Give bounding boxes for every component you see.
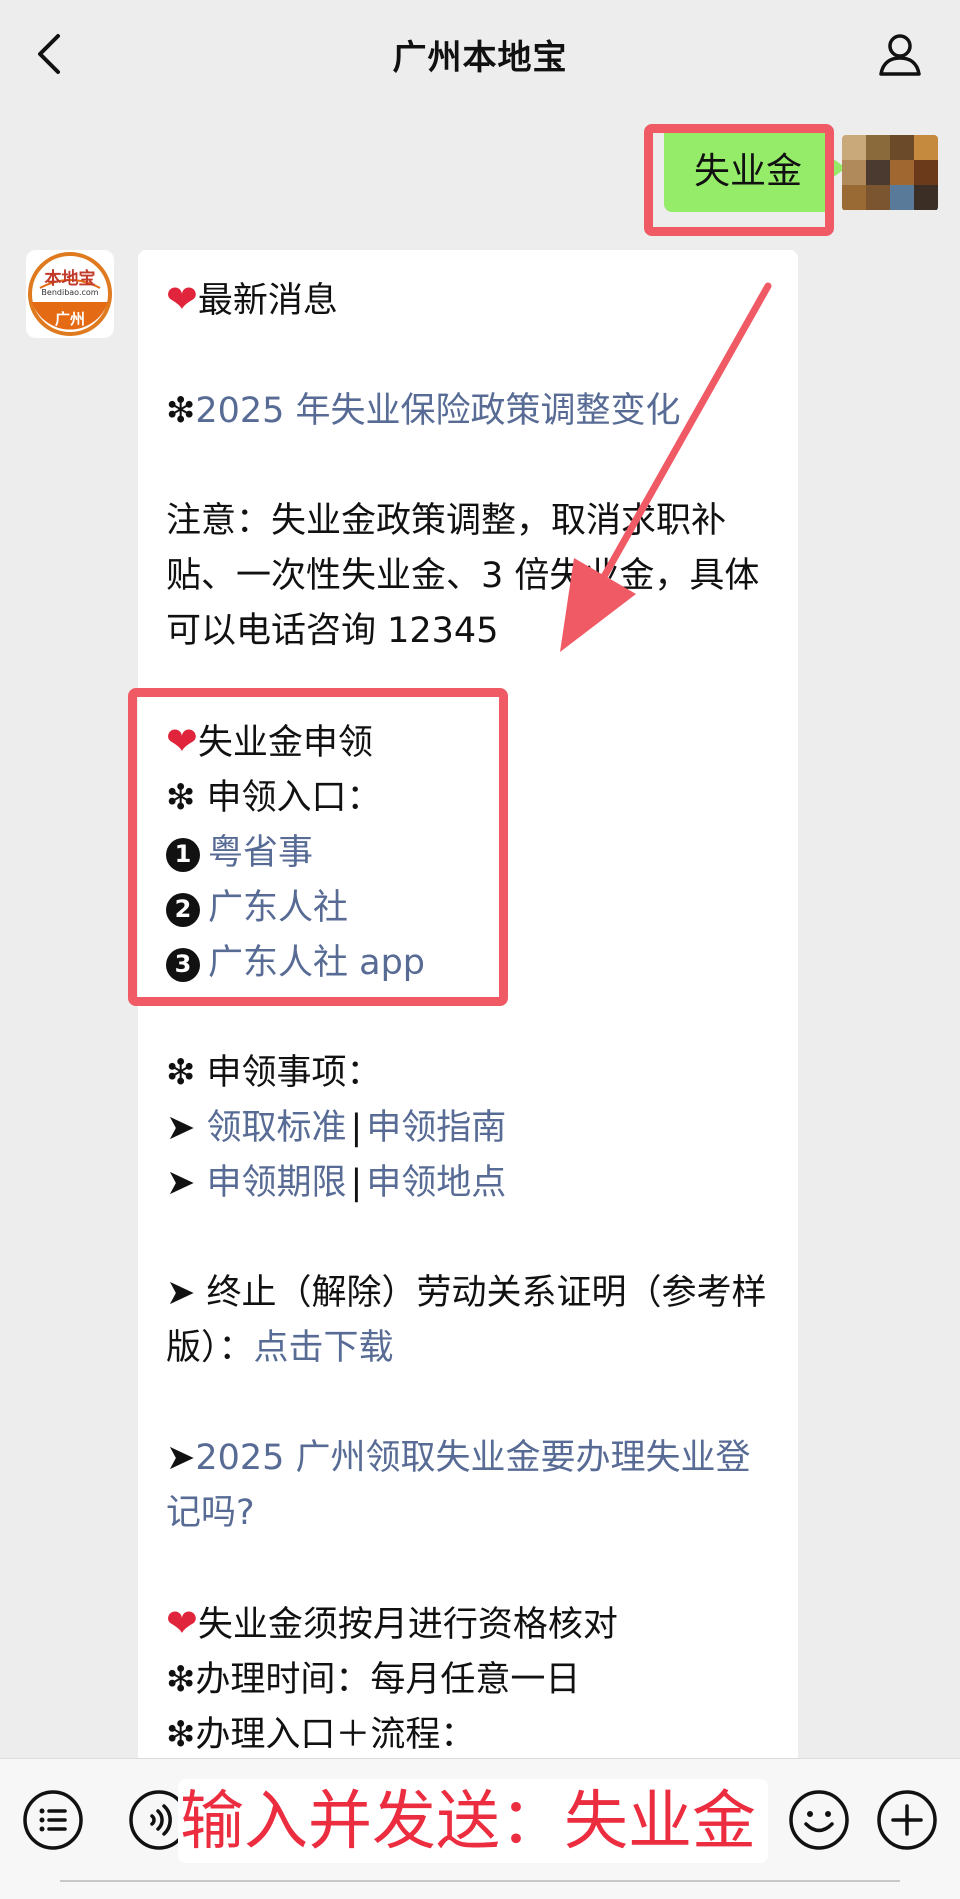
snowflake-icon: ❇ [166, 1053, 196, 1093]
matters-label-row: ❇ 申领事项： [166, 1053, 382, 1093]
back-icon[interactable] [30, 32, 70, 76]
snowflake-icon: ❇ [166, 778, 196, 818]
arrowhead-icon: ➤ [166, 1273, 196, 1313]
chat-title: 广州本地宝 [392, 37, 568, 78]
apply-heading: ❤失业金申领 [166, 719, 373, 763]
heart-icon: ❤ [166, 1601, 198, 1645]
home-indicator [60, 1880, 900, 1882]
sent-bubble[interactable]: 失业金 [663, 124, 847, 212]
entry-item-3: 3 广东人社 app [166, 936, 772, 991]
matters-row-1: ➤ 领取标准 | 申领指南 [166, 1108, 507, 1148]
entry-link-yueshengshi[interactable]: 粤省事 [208, 833, 313, 873]
input-bar: 输入并发送：失业金 [0, 1758, 960, 1899]
entry-link-guangdong-renshe-app[interactable]: 广东人社 app [208, 943, 425, 983]
top-bar: 广州本地宝 [0, 0, 960, 108]
arrowhead-icon: ➤ [166, 1108, 196, 1148]
user-icon[interactable] [876, 30, 924, 78]
sent-message: 失业金 [663, 124, 847, 212]
snowflake-icon: ❇ [166, 1660, 196, 1700]
latest-news-heading: ❤最新消息 [166, 277, 338, 321]
arrowhead-icon: ➤ [166, 1163, 196, 1203]
avatar-city-text: 广州 [54, 310, 85, 328]
certificate-row: ➤ 终止（解除）劳动关系证明（参考样版）：点击下载 [166, 1273, 767, 1368]
heart-icon: ❤ [166, 277, 198, 321]
entry-label-row: ❇ 申领入口： [166, 778, 382, 818]
number-3-icon: 3 [166, 947, 200, 982]
arrowhead-icon: ➤ [166, 1438, 196, 1478]
emoji-icon[interactable] [788, 1789, 850, 1851]
heart-icon: ❤ [166, 719, 198, 763]
my-avatar[interactable] [842, 135, 938, 211]
registration-row: ➤2025 广州领取失业金要办理失业登记吗? [166, 1431, 772, 1541]
snowflake-icon: ❇ [166, 1715, 196, 1755]
bot-avatar[interactable]: 本地宝 Bendibao.com 广州 [26, 250, 114, 338]
deadline-link[interactable]: 申领期限 [206, 1163, 346, 1203]
plus-icon[interactable] [876, 1789, 938, 1851]
guide-link[interactable]: 申领指南 [366, 1108, 506, 1148]
instruction-overlay-text: 输入并发送：失业金 [180, 1785, 756, 1859]
policy-change-link[interactable]: 2025 年失业保险政策调整变化 [195, 391, 680, 431]
entry-link-guangdong-renshe[interactable]: 广东人社 [208, 888, 348, 928]
avatar-brand-text: 本地宝 [44, 269, 96, 289]
standard-link[interactable]: 领取标准 [206, 1108, 346, 1148]
policy-change-row: ❇2025 年失业保险政策调整变化 [166, 384, 772, 439]
entry-item-1: 1 粤省事 [166, 826, 772, 881]
verify-entry-row: ❇办理入口＋流程： [166, 1715, 476, 1755]
message-bubble: ❤最新消息 ❇2025 年失业保险政策调整变化 注意：失业金政策调整，取消求职补… [138, 250, 798, 1770]
matters-row-2: ➤ 申领期限 | 申领地点 [166, 1163, 507, 1203]
notice-text: 注意：失业金政策调整，取消求职补贴、一次性失业金、3 倍失业金，具体可以电话咨询… [166, 501, 760, 651]
entry-item-2: 2 广东人社 [166, 881, 772, 936]
download-link[interactable]: 点击下载 [254, 1328, 394, 1368]
snowflake-icon: ❇ [166, 391, 196, 431]
number-1-icon: 1 [166, 837, 200, 872]
avatar-domain-text: Bendibao.com [41, 288, 99, 297]
verify-heading: ❤失业金须按月进行资格核对 [166, 1601, 618, 1645]
verify-time-row: ❇办理时间：每月任意一日 [166, 1660, 581, 1700]
menu-icon[interactable] [22, 1789, 84, 1851]
registration-link[interactable]: 2025 广州领取失业金要办理失业登记吗? [166, 1438, 751, 1533]
location-link[interactable]: 申领地点 [366, 1163, 506, 1203]
number-2-icon: 2 [166, 892, 200, 927]
